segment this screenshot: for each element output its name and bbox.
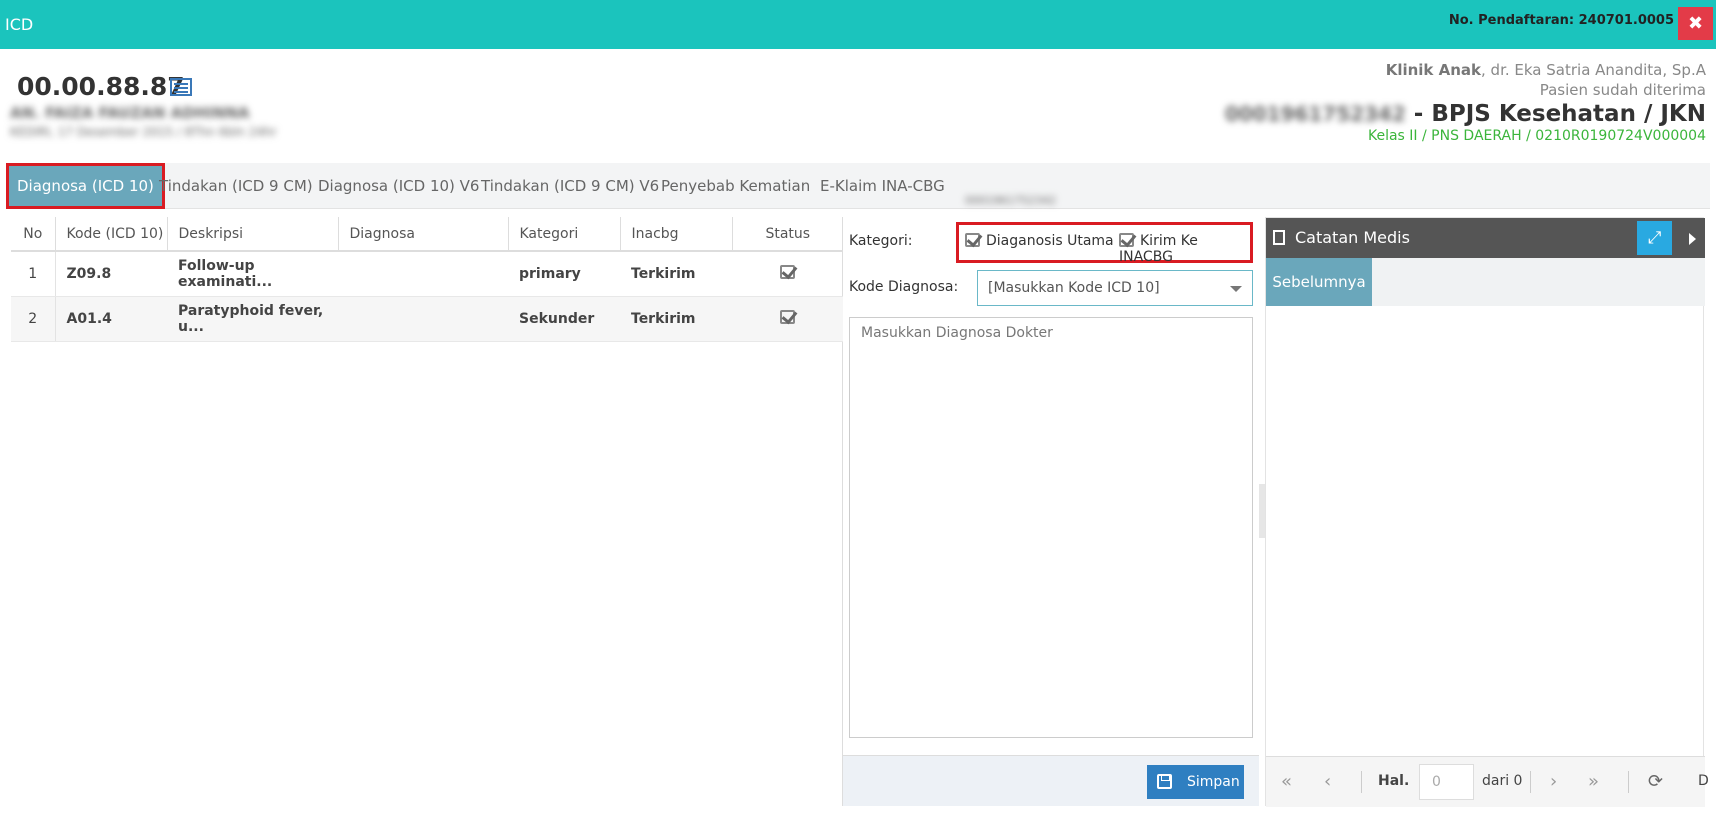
row-inacbg: Terkirim bbox=[620, 251, 732, 297]
expand-icon: ⤢ bbox=[1647, 228, 1662, 248]
tab-tindakan-icd9[interactable]: Tindakan (ICD 9 CM) bbox=[159, 163, 313, 209]
table-row[interactable]: 1 Z09.8 Follow-up examinati... primary T… bbox=[11, 251, 843, 297]
window-title: ICD bbox=[5, 15, 34, 34]
first-page-icon[interactable]: « bbox=[1281, 771, 1292, 792]
diagnosis-utama-checkbox[interactable]: Diaganosis Utama bbox=[965, 233, 1114, 249]
row-inacbg: Terkirim bbox=[620, 296, 732, 342]
title-bar: ICD No. Pendaftaran: 240701.0005 ✖ bbox=[0, 0, 1716, 49]
diagnosa-dokter-placeholder: Masukkan Diagnosa Dokter bbox=[861, 325, 1053, 341]
catatan-medis-title: Catatan Medis bbox=[1295, 228, 1410, 247]
kirim-inacbg-checkbox[interactable]: Kirim Ke INACBG bbox=[1119, 233, 1250, 265]
clinic-doctor: Klinik Anak, dr. Eka Satria Anandita, Sp… bbox=[1225, 61, 1706, 79]
medical-record-number: 00.00.88.87 bbox=[17, 72, 185, 101]
doctor-name: , dr. Eka Satria Anandita, Sp.A bbox=[1481, 61, 1706, 79]
patient-name: AN. FAIZA FAUZAN ADHINNA bbox=[10, 104, 250, 122]
row-kategori: Sekunder bbox=[508, 296, 620, 342]
row-deskripsi: Follow-up examinati... bbox=[167, 251, 338, 297]
insurance-name: - BPJS Kesehatan / JKN bbox=[1405, 101, 1706, 127]
list-icon[interactable] bbox=[170, 78, 192, 96]
save-button[interactable]: Simpan bbox=[1147, 765, 1244, 799]
col-inacbg[interactable]: Inacbg bbox=[620, 217, 733, 252]
row-diagnosa bbox=[338, 251, 508, 297]
save-icon bbox=[1157, 774, 1172, 789]
page-count: dari 0 bbox=[1482, 773, 1523, 789]
expand-button[interactable]: ⤢ bbox=[1637, 221, 1672, 255]
checkbox-checked-icon bbox=[965, 233, 980, 247]
diagnosis-utama-label: Diaganosis Utama bbox=[986, 233, 1114, 249]
diagnosis-form: Kategori: Diaganosis Utama Kirim Ke INAC… bbox=[843, 217, 1259, 806]
checkbox-checked-icon bbox=[1119, 233, 1134, 247]
row-kode: A01.4 bbox=[55, 296, 167, 342]
catatan-tab-bar: Sebelumnya bbox=[1266, 258, 1705, 306]
row-no: 2 bbox=[11, 296, 56, 342]
patient-birth-info: KEDIRI, 17 Desember 2015 / 8Thn 6bln 24h… bbox=[10, 125, 277, 139]
diagnosis-table: No Kode (ICD 10) Deskripsi Diagnosa Kate… bbox=[11, 217, 843, 342]
kategori-label: Kategori: bbox=[849, 233, 913, 249]
chevron-down-icon bbox=[1230, 286, 1242, 292]
kategori-checkbox-group: Diaganosis Utama Kirim Ke INACBG bbox=[956, 222, 1253, 265]
patient-status: Pasien sudah diterima bbox=[1539, 81, 1706, 99]
collapse-arrow-icon[interactable] bbox=[1689, 233, 1696, 245]
save-button-label: Simpan bbox=[1187, 774, 1240, 790]
divider bbox=[1361, 771, 1362, 793]
refresh-icon[interactable]: ⟳ bbox=[1648, 771, 1663, 792]
kode-diagnosa-select[interactable]: [Masukkan Kode ICD 10] bbox=[977, 270, 1253, 306]
checkbox-checked-icon bbox=[780, 309, 795, 324]
row-deskripsi: Paratyphoid fever, u... bbox=[167, 296, 338, 342]
visit-info: Klinik Anak, dr. Eka Satria Anandita, Sp… bbox=[1225, 61, 1706, 144]
checkbox-checked-icon bbox=[780, 264, 795, 279]
pagination: « ‹ Hal. 0 dari 0 › » ⟳ D bbox=[1266, 756, 1709, 807]
page-label: Hal. bbox=[1378, 773, 1410, 789]
insurance-class: Kelas II / PNS DAERAH / 0210R0190724V000… bbox=[1367, 128, 1706, 144]
table-header-row: No Kode (ICD 10) Deskripsi Diagnosa Kate… bbox=[11, 217, 843, 252]
close-button[interactable]: ✖ bbox=[1678, 7, 1713, 40]
row-status bbox=[732, 296, 843, 342]
document-icon bbox=[1273, 230, 1285, 245]
insurance-card-number: 0001961752342 bbox=[1224, 102, 1406, 126]
col-kategori[interactable]: Kategori bbox=[508, 217, 621, 252]
registration-number: No. Pendaftaran: 240701.0005 bbox=[1448, 13, 1674, 28]
kode-diagnosa-placeholder: [Masukkan Kode ICD 10] bbox=[988, 280, 1160, 296]
row-kode: Z09.8 bbox=[55, 251, 167, 297]
tab-eklaim-inacbg[interactable]: E-Klaim INA-CBG bbox=[820, 163, 945, 209]
col-deskripsi[interactable]: Deskripsi bbox=[167, 217, 339, 252]
diagnosis-table-panel: No Kode (ICD 10) Deskripsi Diagnosa Kate… bbox=[11, 217, 843, 806]
clinic-name: Klinik Anak bbox=[1385, 61, 1482, 79]
row-status bbox=[732, 251, 843, 297]
tab-diagnosa-icd10[interactable]: Diagnosa (ICD 10) bbox=[6, 163, 165, 209]
catatan-medis-panel: Catatan Medis ⤢ Sebelumnya « ‹ Hal. 0 da… bbox=[1265, 217, 1709, 807]
col-status[interactable]: Status bbox=[732, 217, 843, 252]
page-input[interactable]: 0 bbox=[1419, 764, 1474, 800]
tab-tindakan-icd9-v6[interactable]: Tindakan (ICD 9 CM) V6 bbox=[481, 163, 659, 209]
tab-bar: Diagnosa (ICD 10) Tindakan (ICD 9 CM) Di… bbox=[6, 163, 1710, 209]
prev-page-icon[interactable]: ‹ bbox=[1324, 771, 1331, 792]
col-no: No bbox=[11, 217, 56, 252]
next-page-icon[interactable]: › bbox=[1550, 771, 1557, 792]
col-kode[interactable]: Kode (ICD 10) bbox=[55, 217, 168, 252]
catatan-medis-header: Catatan Medis ⤢ bbox=[1266, 218, 1705, 258]
insurance-line: 0001961752342 - BPJS Kesehatan / JKN bbox=[1225, 101, 1706, 127]
col-diagnosa[interactable]: Diagnosa bbox=[338, 217, 509, 252]
tab-sebelumnya[interactable]: Sebelumnya bbox=[1266, 258, 1372, 306]
last-page-icon[interactable]: » bbox=[1588, 771, 1599, 792]
table-row[interactable]: 2 A01.4 Paratyphoid fever, u... Sekunder… bbox=[11, 296, 843, 342]
diagnosa-dokter-textarea[interactable]: Masukkan Diagnosa Dokter bbox=[849, 317, 1253, 738]
divider bbox=[1628, 771, 1629, 793]
row-kategori: primary bbox=[508, 251, 620, 297]
tab-diagnosa-icd10-v6[interactable]: Diagnosa (ICD 10) V6 bbox=[318, 163, 479, 209]
pager-trailing-text: D bbox=[1698, 773, 1709, 789]
form-footer: Simpan bbox=[843, 755, 1259, 806]
row-diagnosa bbox=[338, 296, 508, 342]
kode-diagnosa-label: Kode Diagnosa: bbox=[849, 279, 959, 295]
tab-penyebab-kematian[interactable]: Penyebab Kematian bbox=[661, 163, 810, 209]
divider bbox=[1530, 771, 1531, 793]
hidden-id: 0001961752342 bbox=[965, 194, 1056, 207]
row-no: 1 bbox=[11, 251, 56, 297]
